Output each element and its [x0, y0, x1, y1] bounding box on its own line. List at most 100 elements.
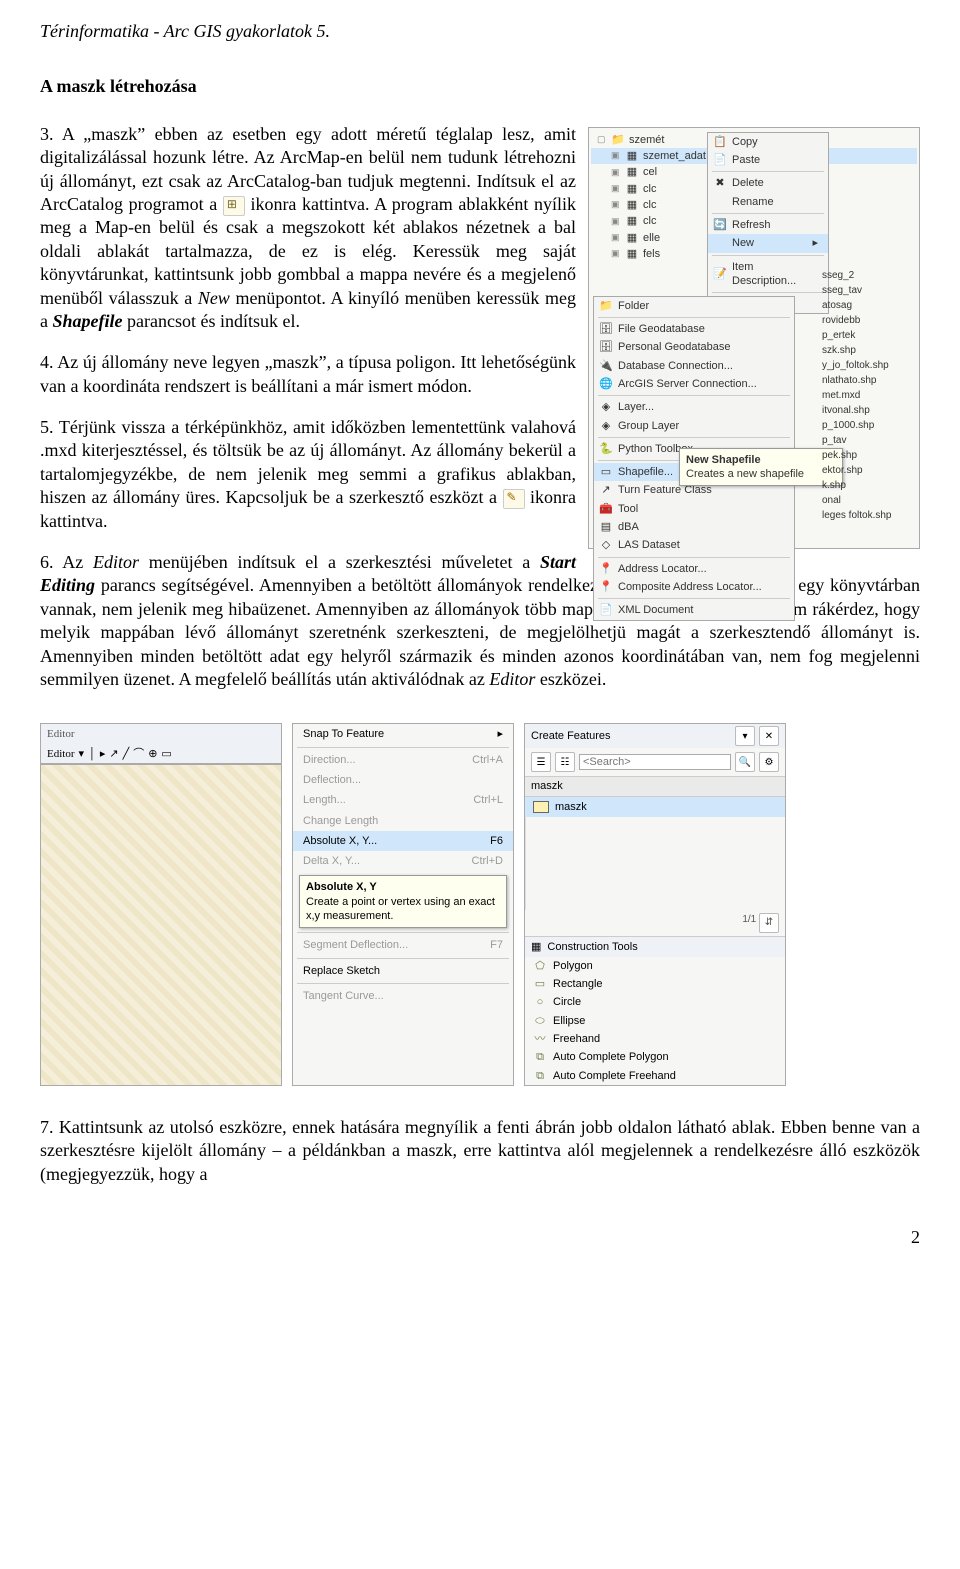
cm-delta-xy: Delta X, Y...	[303, 854, 360, 868]
map-preview	[40, 764, 282, 1086]
section-title: A maszk létrehozása	[40, 75, 920, 98]
file-list-item: onal	[822, 493, 917, 508]
new-tool[interactable]: Tool	[618, 502, 638, 516]
ct-ellipse[interactable]: ⬭Ellipse	[525, 1012, 785, 1030]
create-features-title: Create Features	[531, 729, 610, 743]
context-menu-folder[interactable]: 📋Copy 📄Paste ✖Delete Rename 🔄Refresh New…	[707, 132, 829, 315]
page-number: 2	[40, 1226, 920, 1249]
file-list-item: p_tav	[822, 433, 917, 448]
template-item-maszk[interactable]: maszk	[525, 797, 785, 817]
symbol-swatch	[533, 801, 549, 813]
tooltip-absxy-title: Absolute X, Y	[306, 880, 500, 894]
menu-paste[interactable]: Paste	[732, 153, 760, 167]
page-header: Térinformatika - Arc GIS gyakorlatok 5.	[40, 20, 920, 43]
file-list-item: sseg_2	[822, 268, 917, 283]
editor-dropdown[interactable]: Editor	[47, 747, 75, 761]
ct-rectangle[interactable]: ▭Rectangle	[525, 975, 785, 993]
new-grouplayer[interactable]: Group Layer	[618, 419, 679, 433]
file-list-item: szk.shp	[822, 343, 917, 358]
new-compaddr[interactable]: Composite Address Locator...	[618, 580, 762, 594]
tree-root: szemét	[629, 133, 664, 147]
new-dbconn[interactable]: Database Connection...	[618, 359, 733, 373]
file-list-item: p_ertek	[822, 328, 917, 343]
file-list-item: pek.shp	[822, 448, 917, 463]
arccatalog-icon	[223, 196, 245, 216]
ct-freehand[interactable]: 〰Freehand	[525, 1030, 785, 1048]
menu-refresh[interactable]: Refresh	[732, 218, 771, 232]
new-agsconn[interactable]: ArcGIS Server Connection...	[618, 377, 757, 391]
tooltip-new-shapefile: New Shapefile Creates a new shapefile	[679, 448, 843, 487]
tool-icon[interactable]: ↗	[109, 747, 118, 761]
tree-item: clc	[643, 198, 656, 212]
cm-length: Length...	[303, 793, 346, 807]
search-input[interactable]	[579, 754, 731, 770]
editor-screenshot-strip: Editor Editor▾ │ ▸ ↗ ╱ ⌒ ⊕ ▭ Snap To Fea…	[40, 723, 920, 1086]
tool-icon[interactable]: ⌒	[133, 747, 144, 761]
new-pgdb[interactable]: Personal Geodatabase	[618, 340, 731, 354]
toggle-icon[interactable]: ⇵	[759, 913, 779, 933]
cm-replace-sketch[interactable]: Replace Sketch	[303, 964, 380, 978]
file-list-item: y_jo_foltok.shp	[822, 358, 917, 373]
file-list-item: met.mxd	[822, 388, 917, 403]
new-fgdb[interactable]: File Geodatabase	[618, 322, 705, 336]
template-group: maszk	[525, 776, 785, 796]
file-list-item: itvonal.shp	[822, 403, 917, 418]
construction-tools-title: ▦	[531, 940, 541, 954]
cm-direction: Direction...	[303, 753, 356, 767]
panel-menu-icon[interactable]: ▾	[735, 726, 755, 746]
file-list-item: rovidebb	[822, 313, 917, 328]
tree-item: cel	[643, 165, 657, 179]
menu-delete[interactable]: Delete	[732, 176, 764, 190]
sketch-context-menu[interactable]: Snap To Feature▸ Direction...Ctrl+A Defl…	[292, 723, 514, 1086]
editor-toolbar-icon	[503, 489, 525, 509]
filter2-icon[interactable]: ☷	[555, 752, 575, 772]
create-features-panel: Create Features ▾ ✕ ☰ ☷ 🔍 ⚙ maszk maszk …	[524, 723, 786, 1086]
settings-icon[interactable]: ⚙	[759, 752, 779, 772]
cm-segment-deflection: Segment Deflection...	[303, 938, 408, 952]
new-addrlocator[interactable]: Address Locator...	[618, 562, 707, 576]
cm-change-length: Change Length	[303, 814, 378, 828]
file-list-item: atosag	[822, 298, 917, 313]
file-list-item: sseg_tav	[822, 283, 917, 298]
file-list-item: k.shp	[822, 478, 917, 493]
menu-item-description[interactable]: Item Description...	[732, 260, 818, 289]
file-list-item: leges foltok.shp	[822, 508, 917, 523]
file-list-item: p_1000.shp	[822, 418, 917, 433]
close-icon[interactable]: ✕	[759, 726, 779, 746]
ct-autocomplete-freehand[interactable]: ⧉Auto Complete Freehand	[525, 1067, 785, 1085]
tool-icon[interactable]: ▭	[161, 747, 171, 761]
menu-rename[interactable]: Rename	[732, 195, 774, 209]
ct-polygon[interactable]: ⬠Polygon	[525, 957, 785, 975]
new-layer[interactable]: Layer...	[618, 400, 654, 414]
new-folder[interactable]: Folder	[618, 299, 649, 313]
tree-item: clc	[643, 214, 656, 228]
tool-icon[interactable]: ⊕	[148, 747, 157, 761]
arccatalog-screenshot: ▢📁szemét ▣▦szemet_adat ▣▦cel ▣▦clc ▣▦clc…	[588, 127, 920, 549]
tooltip-absxy-body: Create a point or vertex using an exact …	[306, 895, 500, 924]
cm-deflection: Deflection...	[303, 773, 361, 787]
cm-snap[interactable]: Snap To Feature	[303, 727, 384, 741]
editor-toolbar-title: Editor	[41, 724, 281, 744]
cm-tangent-curve: Tangent Curve...	[303, 989, 384, 1003]
paragraph-7: 7. Kattintsunk az utolsó eszközre, ennek…	[40, 1116, 920, 1186]
tool-icon[interactable]: ╱	[123, 747, 130, 761]
new-dbas[interactable]: dBA	[618, 520, 639, 534]
status-count: 1/1	[742, 913, 756, 933]
file-list-item: ektor.shp	[822, 463, 917, 478]
ct-circle[interactable]: ○Circle	[525, 993, 785, 1011]
search-icon[interactable]: 🔍	[735, 752, 755, 772]
tool-icon[interactable]: ▸	[100, 747, 106, 761]
new-shapefile[interactable]: Shapefile...	[618, 465, 673, 479]
tree-item: szemet_adat	[643, 149, 706, 163]
file-list-partial: sseg_2sseg_tavatosagrovidebbp_ertekszk.s…	[822, 268, 917, 523]
tree-item: elle	[643, 231, 660, 245]
editor-toolbar-panel: Editor Editor▾ │ ▸ ↗ ╱ ⌒ ⊕ ▭	[40, 723, 282, 1086]
tree-item: fels	[643, 247, 660, 261]
cm-absolute-xy[interactable]: Absolute X, Y...	[303, 834, 377, 848]
new-xmldoc[interactable]: XML Document	[618, 603, 693, 617]
menu-copy[interactable]: Copy	[732, 135, 758, 149]
ct-autocomplete-polygon[interactable]: ⧉Auto Complete Polygon	[525, 1048, 785, 1066]
new-lasdataset[interactable]: LAS Dataset	[618, 538, 680, 552]
menu-new[interactable]: New	[732, 236, 754, 250]
filter-icon[interactable]: ☰	[531, 752, 551, 772]
